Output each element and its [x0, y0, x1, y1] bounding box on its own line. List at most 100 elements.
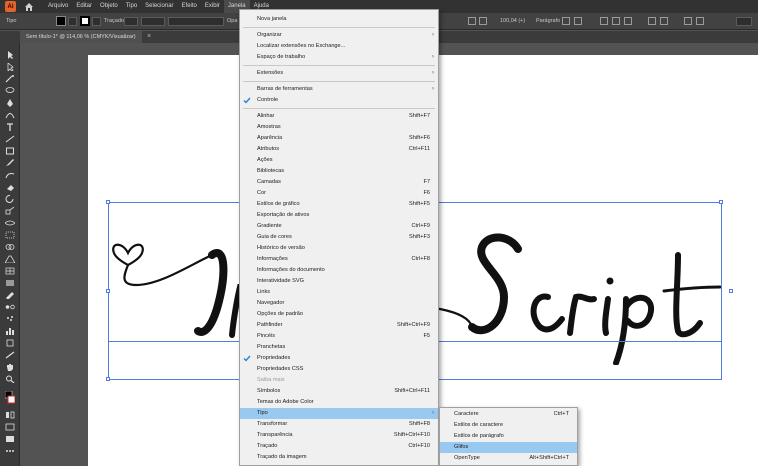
- fill-stroke-swatches[interactable]: [5, 391, 15, 405]
- magic-wand-tool-icon[interactable]: [5, 75, 15, 83]
- align-left-button[interactable]: [468, 17, 476, 25]
- draw-mode-icon[interactable]: [5, 423, 15, 431]
- paragraph-label[interactable]: Parágrafo: [536, 18, 560, 24]
- curvature-tool-icon[interactable]: [5, 111, 15, 119]
- arrange-icon[interactable]: [696, 17, 704, 25]
- paragraph-align-center-icon[interactable]: [574, 17, 582, 25]
- menu-tipo[interactable]: Tipo: [122, 0, 141, 13]
- slice-tool-icon[interactable]: [5, 351, 15, 359]
- transform-icon[interactable]: [600, 17, 608, 25]
- lasso-tool-icon[interactable]: [5, 87, 15, 95]
- window-menu-item-historico-de-versao[interactable]: Histórico de versão: [240, 243, 438, 254]
- hand-tool-icon[interactable]: [5, 363, 15, 371]
- opacity-label[interactable]: Opa: [227, 18, 237, 24]
- selection-handle-top-right[interactable]: [719, 200, 723, 204]
- paragraph-align-left-icon[interactable]: [562, 17, 570, 25]
- stroke-dropdown[interactable]: [92, 17, 101, 26]
- width-tool-icon[interactable]: [5, 219, 15, 227]
- window-menu-item-pranchetas[interactable]: Pranchetas: [240, 342, 438, 353]
- window-menu-item-navegador[interactable]: Navegador: [240, 298, 438, 309]
- type-submenu-item-opentype[interactable]: OpenType Alt+Shift+Ctrl+T: [440, 453, 577, 464]
- selection-handle-top-left[interactable]: [106, 200, 110, 204]
- fill-swatch[interactable]: [56, 16, 66, 26]
- menu-editar[interactable]: Editar: [72, 0, 96, 13]
- document-tab[interactable]: Sem título-1* @ 114,06 % (CMYK/Visualiza…: [20, 31, 142, 43]
- blend-tool-icon[interactable]: [5, 303, 15, 311]
- rotate-tool-icon[interactable]: [5, 195, 15, 203]
- window-menu-item-transparencia[interactable]: Transparência Shift+Ctrl+F10: [240, 430, 438, 441]
- window-menu-item-transformar[interactable]: Transformar Shift+F8: [240, 419, 438, 430]
- window-menu-item-amostras[interactable]: Amostras: [240, 122, 438, 133]
- window-menu-item-pathfinder[interactable]: Pathfinder Shift+Ctrl+F9: [240, 320, 438, 331]
- window-menu-item-localizar-extensoes-no-exchange[interactable]: Localizar extensões no Exchange...: [240, 41, 438, 52]
- menu-arquivo[interactable]: Arquivo: [44, 0, 72, 13]
- rectangle-tool-icon[interactable]: [5, 147, 15, 155]
- variable-width-field[interactable]: [141, 17, 165, 26]
- window-menu-item-guia-de-cores[interactable]: Guia de cores Shift+F3: [240, 232, 438, 243]
- shaper-tool-icon[interactable]: [5, 171, 15, 179]
- screen-mode-icon[interactable]: [5, 435, 15, 443]
- zoom-readout[interactable]: 100,04 (+): [500, 18, 525, 24]
- selection-handle-bottom-left[interactable]: [106, 377, 110, 381]
- scale-tool-icon[interactable]: [5, 207, 15, 215]
- isolate-icon[interactable]: [660, 17, 668, 25]
- zoom-tool-icon[interactable]: [5, 375, 15, 383]
- window-menu-item-tipo[interactable]: Tipo ›: [240, 408, 438, 419]
- window-menu-item-atributos[interactable]: Atributos Ctrl+F11: [240, 144, 438, 155]
- type-tool-icon[interactable]: [5, 123, 15, 131]
- pen-tool-icon[interactable]: [5, 99, 15, 107]
- window-menu-item-informacoes-do-documento[interactable]: Informações do documento: [240, 265, 438, 276]
- type-submenu-item-caractere[interactable]: Caractere Ctrl+T: [440, 409, 577, 420]
- window-menu-item-barras-de-ferramentas[interactable]: Barras de ferramentas ›: [240, 84, 438, 95]
- menu-objeto[interactable]: Objeto: [96, 0, 122, 13]
- window-menu-item-organizar[interactable]: Organizar ›: [240, 30, 438, 41]
- symbol-sprayer-tool-icon[interactable]: [5, 315, 15, 323]
- color-mode-icon[interactable]: [5, 411, 15, 419]
- eraser-tool-icon[interactable]: [5, 183, 15, 191]
- menu-selecionar[interactable]: Selecionar: [141, 0, 177, 13]
- home-icon[interactable]: [24, 2, 34, 12]
- window-menu-item-aparencia[interactable]: Aparência Shift+F6: [240, 133, 438, 144]
- window-menu-item-alinhar[interactable]: Alinhar Shift+F7: [240, 111, 438, 122]
- window-menu-item-gradiente[interactable]: Gradiente Ctrl+F9: [240, 221, 438, 232]
- window-menu-item-camadas[interactable]: Camadas F7: [240, 177, 438, 188]
- mesh-tool-icon[interactable]: [5, 267, 15, 275]
- window-menu-item-opcoes-de-padrao[interactable]: Opções de padrão: [240, 309, 438, 320]
- selection-tool-icon[interactable]: [5, 51, 15, 59]
- window-menu-item-temas-do-adobe-color[interactable]: Temas do Adobe Color: [240, 397, 438, 408]
- window-menu-item-informacoes[interactable]: Informações Ctrl+F8: [240, 254, 438, 265]
- brush-field[interactable]: [168, 17, 224, 26]
- window-menu-item-cor[interactable]: Cor F6: [240, 188, 438, 199]
- more-tools-icon[interactable]: [5, 447, 15, 455]
- panel-menu-button[interactable]: [736, 17, 752, 26]
- stroke-label[interactable]: Traçado: [104, 18, 124, 24]
- window-menu-item-nova-janela[interactable]: Nova janela: [240, 14, 438, 25]
- recolor-icon[interactable]: [684, 17, 692, 25]
- pathfinder-icon[interactable]: [648, 17, 656, 25]
- menu-efeito[interactable]: Efeito: [178, 0, 201, 13]
- direct-selection-tool-icon[interactable]: [5, 63, 15, 71]
- selection-handle-middle-left[interactable]: [106, 289, 110, 293]
- line-tool-icon[interactable]: [5, 135, 15, 143]
- window-menu-item-interatividade-svg[interactable]: Interatividade SVG: [240, 276, 438, 287]
- selection-handle-middle-right[interactable]: [729, 289, 733, 293]
- align-icon[interactable]: [612, 17, 620, 25]
- window-menu-item-bibliotecas[interactable]: Bibliotecas: [240, 166, 438, 177]
- type-submenu-item-glifos[interactable]: Glifos: [440, 442, 577, 453]
- window-menu-item-simbolos[interactable]: Símbolos Shift+Ctrl+F11: [240, 386, 438, 397]
- window-menu-item-extensoes[interactable]: Extensões ›: [240, 68, 438, 79]
- fill-dropdown[interactable]: [68, 17, 77, 26]
- graph-tool-icon[interactable]: [5, 327, 15, 335]
- window-menu-item-espaco-de-trabalho[interactable]: Espaço de trabalho ›: [240, 52, 438, 63]
- window-menu-item-tracado[interactable]: Traçado Ctrl+F10: [240, 441, 438, 452]
- menu-exibir[interactable]: Exibir: [201, 0, 224, 13]
- perspective-grid-tool-icon[interactable]: [5, 255, 15, 263]
- paintbrush-tool-icon[interactable]: [5, 159, 15, 167]
- free-transform-tool-icon[interactable]: [5, 231, 15, 239]
- type-submenu-item-estilos-de-paragrafo[interactable]: Estilos de parágrafo: [440, 431, 577, 442]
- gradient-tool-icon[interactable]: [5, 279, 15, 287]
- window-menu-item-acoes[interactable]: Ações: [240, 155, 438, 166]
- type-submenu-item-estilos-de-caractere[interactable]: Estilos de caractere: [440, 420, 577, 431]
- align-center-button[interactable]: [479, 17, 487, 25]
- window-menu-item-links[interactable]: Links: [240, 287, 438, 298]
